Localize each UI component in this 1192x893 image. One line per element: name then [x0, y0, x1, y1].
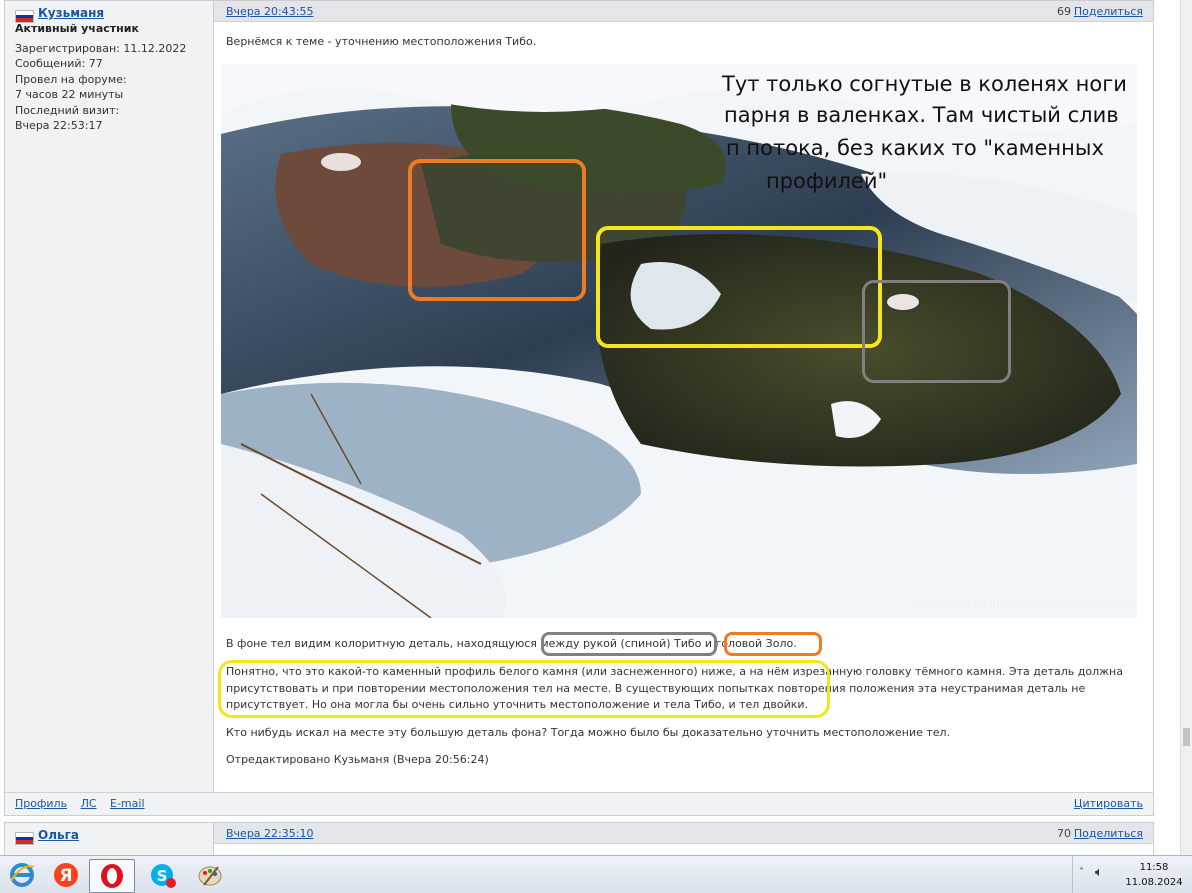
- author-name-next[interactable]: Ольга: [38, 828, 79, 842]
- author-rank: Активный участник: [15, 22, 139, 35]
- yandex-icon[interactable]: Я: [44, 859, 88, 891]
- photo-caption-line-1: Тут только согнутые в коленях ноги: [722, 72, 1127, 96]
- scrollbar-thumb[interactable]: [1183, 728, 1190, 746]
- post-number: 69: [1057, 5, 1071, 18]
- author-links: Профиль ЛС E-mail: [15, 797, 155, 810]
- author-time-label: Провел на форуме:: [15, 73, 127, 86]
- photo-caption-line-3: п потока, без каких то "каменных: [726, 136, 1104, 160]
- clock-date[interactable]: 11.08.2024: [1121, 877, 1187, 888]
- orange-highlight-box: [408, 159, 586, 301]
- post-header: Вчера 20:43:55 69 Поделиться: [214, 1, 1153, 22]
- pm-link[interactable]: ЛС: [81, 797, 97, 810]
- post-number-next: 70: [1057, 827, 1071, 840]
- author-last-visit-value: Вчера 22:53:17: [15, 119, 103, 132]
- system-tray: ˄ 🔈︎ 11:58 11.08.2024: [1072, 856, 1192, 893]
- gray-text-highlight: [541, 632, 717, 656]
- post-time-link-next[interactable]: Вчера 22:35:10: [226, 827, 313, 840]
- post-intro: Вернёмся к теме - уточнению местоположен…: [226, 35, 537, 48]
- tray-expand-icon[interactable]: ˄: [1079, 867, 1084, 878]
- post-paragraph-3: Кто нибудь искал на месте эту большую де…: [226, 726, 951, 739]
- photo-caption-line-2: парня в валенках. Там чистый слив: [724, 103, 1119, 127]
- volume-icon[interactable]: 🔈︎: [1095, 865, 1103, 880]
- paint-icon[interactable]: [188, 859, 232, 891]
- post-edited-note: Отредактировано Кузьманя (Вчера 20:56:24…: [226, 753, 489, 766]
- post-footer: Профиль ЛС E-mail Цитировать: [5, 792, 1153, 815]
- clock-time[interactable]: 11:58: [1121, 862, 1187, 873]
- russia-flag-icon: [15, 832, 34, 845]
- page-scrollbar[interactable]: [1180, 0, 1192, 855]
- post-header-next: Вчера 22:35:10 70 Поделиться: [214, 823, 1153, 844]
- gray-highlight-box: [862, 280, 1011, 383]
- photo-watermark: Ольга Литвинова Sledopyt1959: [917, 597, 1131, 612]
- author-time-value: 7 часов 22 минуты: [15, 88, 124, 101]
- post-time-link[interactable]: Вчера 20:43:55: [226, 5, 313, 18]
- share-link[interactable]: Поделиться: [1074, 5, 1143, 18]
- author-name[interactable]: Кузьманя: [38, 6, 104, 20]
- opera-icon[interactable]: [89, 859, 135, 893]
- svg-text:S: S: [157, 867, 168, 885]
- author-posts: Сообщений: 77: [15, 57, 103, 70]
- share-link-next[interactable]: Поделиться: [1074, 827, 1143, 840]
- post-photo: Тут только согнутые в коленях ноги парня…: [221, 64, 1137, 618]
- yellow-text-highlight: [218, 660, 830, 718]
- author-last-visit-label: Последний визит:: [15, 104, 120, 117]
- post-author-panel: Кузьманя Активный участник Зарегистриров…: [5, 1, 214, 815]
- email-link[interactable]: E-mail: [110, 797, 145, 810]
- skype-icon[interactable]: S: [140, 859, 184, 891]
- author-registered: Зарегистрирован: 11.12.2022: [15, 42, 187, 55]
- orange-text-highlight: [724, 632, 822, 656]
- windows-taskbar: Я S ˄ 🔈︎ 11:58 11.08.2024: [0, 855, 1192, 893]
- photo-caption-line-4: профилей": [766, 169, 888, 193]
- ie-icon[interactable]: [0, 859, 44, 891]
- quote-link[interactable]: Цитировать: [1074, 797, 1143, 810]
- yellow-highlight-box: [596, 226, 882, 348]
- svg-text:Я: Я: [59, 866, 72, 886]
- profile-link[interactable]: Профиль: [15, 797, 67, 810]
